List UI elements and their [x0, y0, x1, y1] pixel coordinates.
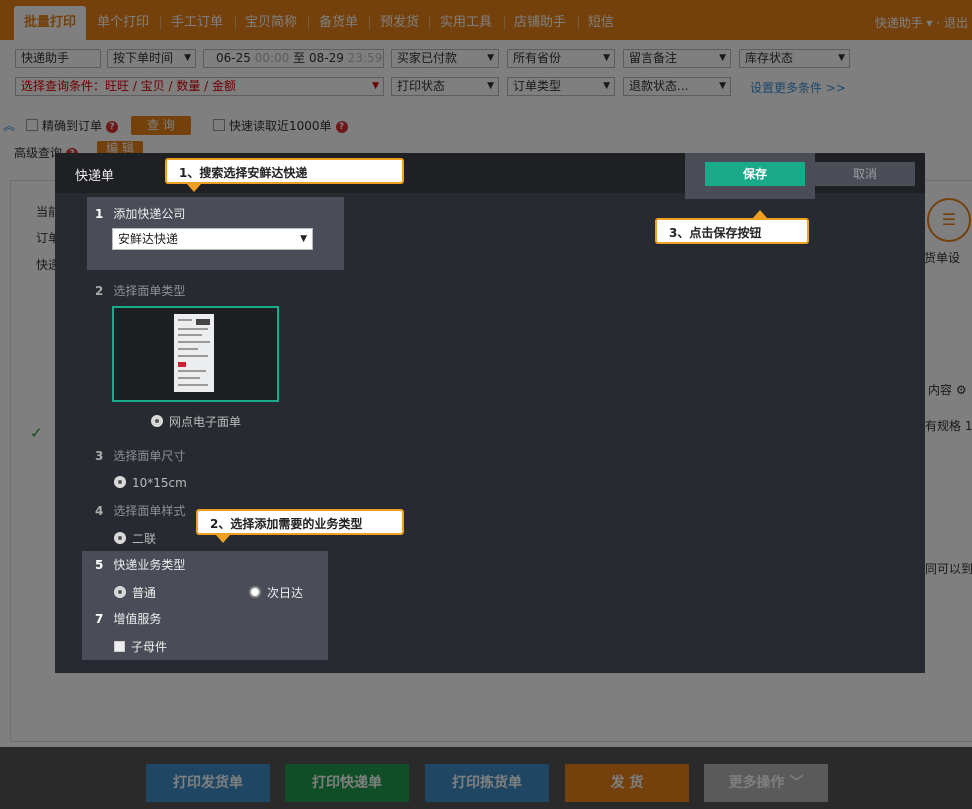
callout-pointer: [216, 535, 230, 543]
style-radio[interactable]: 二联: [114, 530, 156, 547]
sub-parent-checkbox[interactable]: 子母件: [114, 638, 167, 655]
size-radio[interactable]: 10*15cm: [114, 476, 187, 490]
save-button[interactable]: 保存: [705, 162, 805, 186]
sub-parent-label: 子母件: [131, 640, 168, 654]
biz-normal-label: 普通: [132, 586, 157, 600]
biz-nextday-radio[interactable]: 次日达: [249, 584, 303, 601]
chevron-down-icon: ▼: [300, 234, 307, 244]
biz-nextday-label: 次日达: [267, 586, 304, 600]
step-4: 4 选择面单样式: [95, 502, 185, 519]
step-7: 7 增值服务: [95, 610, 161, 627]
radio-icon: [151, 415, 163, 427]
step-3: 3 选择面单尺寸: [95, 447, 185, 464]
style-label: 二联: [132, 532, 157, 546]
callout-step3: 3、点击保存按钮: [655, 210, 809, 244]
radio-icon: [114, 532, 126, 544]
callout-pointer: [753, 210, 767, 218]
step-1-label: 添加快递公司: [113, 207, 186, 221]
cancel-button[interactable]: 取消: [815, 162, 915, 186]
step-5-num: 5: [95, 558, 104, 572]
step-4-num: 4: [95, 504, 104, 518]
checkbox-icon: [114, 641, 125, 652]
step-3-label: 选择面单尺寸: [113, 449, 186, 463]
step-3-num: 3: [95, 449, 104, 463]
callout-step1: 1、搜索选择安鲜达快递: [165, 158, 404, 192]
callout-step3-text: 3、点击保存按钮: [669, 226, 762, 240]
step-1-num: 1: [95, 207, 104, 221]
callout-step2: 2、选择添加需要的业务类型: [196, 509, 404, 543]
step-7-label: 增值服务: [113, 612, 162, 626]
radio-icon: [114, 476, 126, 488]
sheet-type-radio[interactable]: 网点电子面单: [151, 413, 241, 430]
step-7-num: 7: [95, 612, 104, 626]
radio-icon: [249, 586, 261, 598]
waybill-preview-icon: [174, 314, 214, 392]
company-select[interactable]: 安鲜达快递 ▼: [112, 228, 313, 250]
step-4-label: 选择面单样式: [113, 504, 186, 518]
step-2-num: 2: [95, 284, 104, 298]
company-select-value: 安鲜达快递: [118, 232, 179, 246]
callout-pointer: [187, 184, 201, 192]
sheet-thumbnail[interactable]: [112, 306, 279, 402]
sheet-type-label: 网点电子面单: [169, 415, 242, 429]
save-highlight: 保存: [685, 153, 815, 199]
callout-step1-text: 1、搜索选择安鲜达快递: [179, 166, 308, 180]
size-label: 10*15cm: [132, 476, 187, 490]
step-5: 5 快递业务类型: [95, 556, 185, 573]
callout-step2-text: 2、选择添加需要的业务类型: [210, 517, 363, 531]
step-1: 1 添加快递公司: [95, 205, 185, 222]
radio-icon: [114, 586, 126, 598]
step-2-label: 选择面单类型: [113, 284, 186, 298]
step-5-label: 快递业务类型: [113, 558, 186, 572]
step-2: 2 选择面单类型: [95, 282, 185, 299]
modal-title: 快递单: [75, 169, 115, 184]
biz-normal-radio[interactable]: 普通: [114, 584, 156, 601]
